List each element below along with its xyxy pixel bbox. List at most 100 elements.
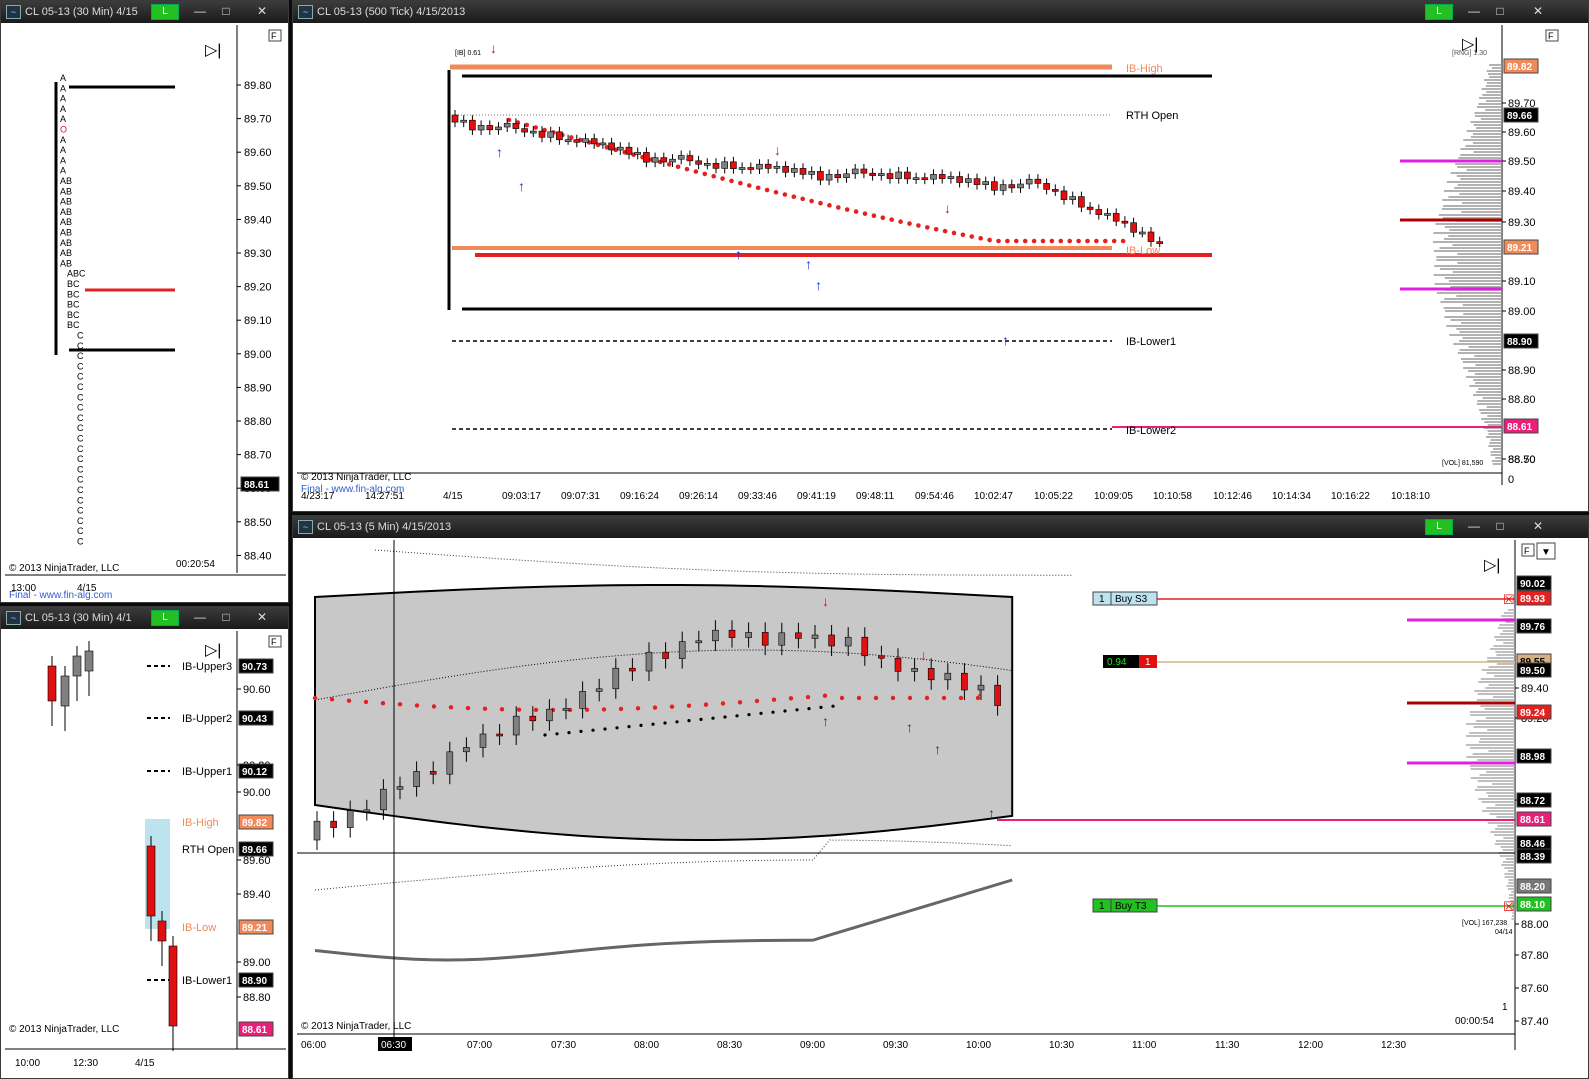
candle-body [911, 668, 918, 672]
maximize-button[interactable]: □ [1487, 3, 1513, 19]
minimize-button[interactable]: — [187, 609, 213, 625]
vwap-dot [890, 695, 896, 701]
titlebar[interactable]: ~ CL 05-13 (30 Min) 4/15 L — □ ✕ [1, 1, 288, 23]
copyright-text: © 2013 NinjaTrader, LLC [9, 563, 119, 574]
candle-body [616, 146, 624, 151]
profile-plot[interactable]: 89.80 89.70 89.60 89.50 89.40 89.30 89.20 89.10… [5, 25, 286, 600]
vwap-dot [569, 135, 574, 140]
time-tick-label: 09:07:31 [561, 491, 600, 502]
price-tick-label: 88.40 [244, 550, 272, 562]
level-label: IB-Low [182, 922, 216, 934]
candle-body [973, 178, 981, 185]
price-tick-label: 88.50 [1508, 454, 1536, 466]
candle-body [790, 168, 798, 173]
price-tag: 89.50 [1520, 666, 1545, 677]
buy-s3-qty[interactable]: 1 [1099, 594, 1105, 605]
cancel-order-icon[interactable]: ☒ [1503, 592, 1515, 607]
price-tick-label: 89.00 [1508, 306, 1536, 318]
titlebar[interactable]: ~ CL 05-13 (30 Min) 4/1 L — □ ✕ [1, 607, 288, 629]
play-icon: ▷| [1484, 557, 1500, 574]
buy-s3-label[interactable]: Buy S3 [1115, 594, 1148, 605]
tpo-letter: A [60, 155, 66, 165]
close-button[interactable]: ✕ [249, 3, 275, 19]
candle-body [1017, 183, 1024, 189]
buy-t3-label[interactable]: Buy T3 [1115, 901, 1147, 912]
candle-body [564, 139, 572, 142]
vwap-dot [737, 700, 743, 705]
level-price-tag: 88.90 [242, 976, 267, 987]
vwap-dot [1040, 238, 1046, 244]
maximize-button[interactable]: □ [213, 609, 239, 625]
vwap-dot [711, 173, 716, 179]
play-icon: ▷| [205, 642, 221, 659]
minimize-button[interactable]: — [1461, 3, 1487, 19]
price-tick-label: 87.60 [1521, 983, 1549, 995]
close-button[interactable]: ✕ [1525, 518, 1551, 534]
level-price-tag: 90.43 [242, 714, 267, 725]
tpo-letter: AB [60, 197, 72, 207]
maximize-button[interactable]: □ [1487, 518, 1513, 534]
vwap-dot [533, 707, 539, 713]
tpo-letter: BC [67, 279, 80, 289]
candle-body [562, 708, 570, 711]
vwap-dot [431, 704, 437, 709]
minimize-button[interactable]: — [1461, 518, 1487, 534]
link-button[interactable]: L [151, 610, 179, 626]
vwap-dot [312, 695, 318, 701]
min5-plot[interactable]: 89.4089.2088.8088.0087.8087.6087.4090.02… [297, 540, 1584, 1074]
cancel-order-icon[interactable]: ☒ [1503, 899, 1515, 914]
tpo-letter: A [60, 166, 66, 176]
price-tick-label: 89.30 [244, 248, 272, 260]
vwap-dot [1031, 238, 1037, 244]
copyright-text: © 2013 NinjaTrader, LLC [9, 1024, 119, 1035]
tpo-letter: C [77, 444, 84, 454]
candle-body [825, 174, 833, 181]
vwap-dot [329, 697, 335, 702]
level-label: IB-Lower2 [1126, 425, 1176, 437]
vwap-dot [702, 171, 708, 177]
time-tick-label: 09:41:19 [797, 491, 836, 502]
candle-body [573, 139, 581, 143]
ib-plot[interactable]: 90.6090.2090.0089.6089.4089.0088.80IB-Up… [5, 631, 286, 1074]
vwap-dot [601, 707, 607, 712]
titlebar[interactable]: ~ CL 05-13 (500 Tick) 4/15/2013 L — □ ✕ [293, 1, 1588, 23]
buy-arrow-icon: ↑ [805, 256, 812, 272]
outer-lower-band [314, 839, 1013, 891]
link-button[interactable]: L [1425, 4, 1453, 20]
candle-body [1112, 213, 1120, 222]
candle-body [894, 657, 902, 672]
titlebar[interactable]: ~ CL 05-13 (5 Min) 4/15/2013 L — □ ✕ [293, 516, 1588, 538]
chart-app-icon: ~ [298, 5, 313, 19]
price-tick-label: 89.00 [244, 349, 272, 361]
candle-body [463, 747, 470, 753]
candle-body [1121, 220, 1129, 224]
footer-link[interactable]: Final - www.fin-alg.com [9, 590, 112, 600]
link-button[interactable]: L [151, 4, 179, 20]
link-button[interactable]: L [1425, 519, 1453, 535]
pivot-dot [723, 715, 727, 719]
time-tick-label: 4/15 [135, 1058, 155, 1069]
candle-body [1034, 178, 1042, 184]
maximize-button[interactable]: □ [213, 3, 239, 19]
pivot-dot [615, 726, 619, 730]
time-tick-label: 10:09:05 [1094, 491, 1133, 502]
candle-body [469, 119, 476, 131]
vwap-dot [482, 706, 488, 711]
vwap-dot [1085, 238, 1090, 244]
candle-body [961, 672, 968, 691]
outer-upper-band [374, 549, 1073, 576]
minimize-button[interactable]: — [187, 3, 213, 19]
tpo-letter: A [60, 145, 66, 155]
vwap-dot [771, 697, 777, 702]
vwap-dot [747, 183, 752, 188]
buy-t3-qty[interactable]: 1 [1099, 901, 1105, 912]
candle-body [1043, 183, 1050, 190]
close-button[interactable]: ✕ [1525, 3, 1551, 19]
candle-body [721, 161, 729, 169]
window-title: CL 05-13 (30 Min) 4/15 [25, 6, 138, 18]
tick-plot[interactable]: 89.70 89.60 89.50 89.40 89.30 89.10 89.00 88.90… [297, 25, 1584, 507]
close-button[interactable]: ✕ [249, 609, 275, 625]
candle-body [947, 176, 955, 179]
candle-body [512, 123, 520, 129]
candle-body [477, 125, 485, 131]
